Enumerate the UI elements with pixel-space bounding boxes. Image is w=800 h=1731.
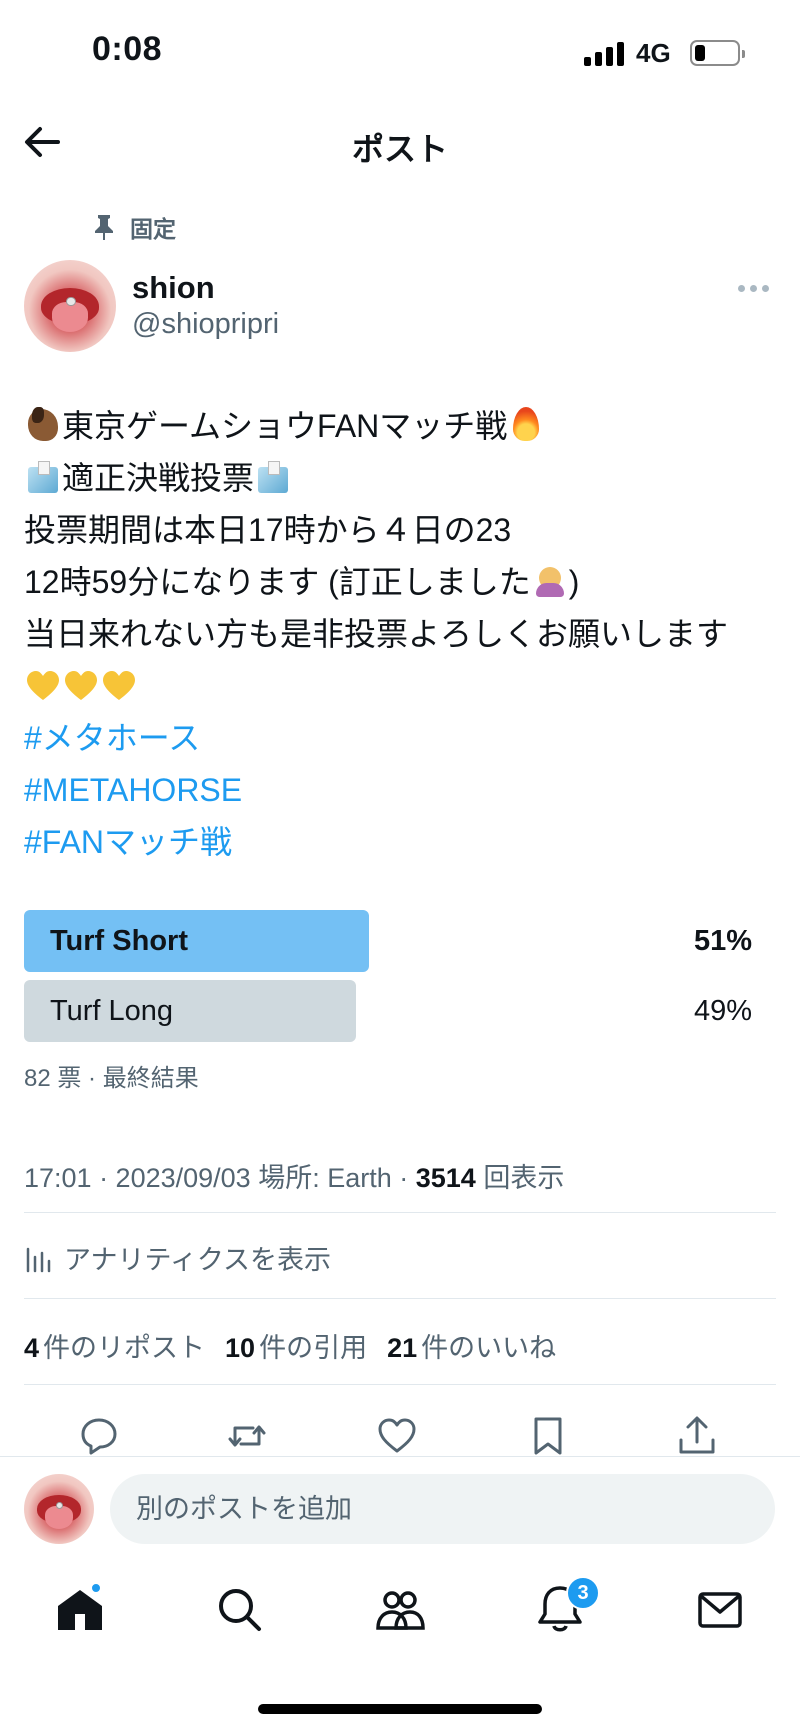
repost-button[interactable] [225, 1414, 269, 1458]
views-count: 3514 [415, 1163, 476, 1193]
notifications-badge: 3 [566, 1576, 600, 1610]
share-icon [679, 1416, 715, 1454]
post-actions [0, 1406, 800, 1462]
network-type: 4G [636, 38, 671, 68]
status-bar: 0:08 4G [0, 0, 800, 110]
tab-notifications[interactable]: 3 [530, 1576, 600, 1640]
text-line [24, 660, 784, 712]
engagement-stats: 4 件のリポスト 10 件の引用 21 件のいいね [24, 1326, 556, 1365]
post-timestamp: 17:01 · 2023/09/03 場所: Earth · 3514 回表示 [24, 1163, 565, 1193]
reposts-stat[interactable]: 4 件のリポスト [24, 1326, 205, 1365]
tab-search[interactable] [210, 1580, 270, 1640]
text-line: 適正決戦投票 [24, 452, 784, 504]
heart-icon [378, 1418, 416, 1453]
poll-meta: 82 票 · 最終結果 [24, 1065, 199, 1092]
fire-emoji-icon [507, 405, 545, 443]
poll-option-label: Turf Short [50, 925, 188, 957]
reply-button[interactable] [77, 1414, 121, 1458]
text-line: 東京ゲームショウFANマッチ戦 [24, 400, 784, 452]
divider [24, 1298, 776, 1299]
poll: Turf Short 51% Turf Long 49% [24, 910, 776, 1050]
text-line: 12時59分になります (訂正しました) [24, 556, 784, 608]
analytics-label: アナリティクスを表示 [64, 1245, 332, 1275]
divider [24, 1384, 776, 1385]
reply-avatar [24, 1474, 94, 1544]
analytics-bar-icon [26, 1247, 51, 1272]
poll-option-label: Turf Long [50, 995, 174, 1027]
battery-icon [690, 40, 745, 66]
poll-option-turf-short[interactable]: Turf Short 51% [24, 910, 776, 972]
top-nav: ポスト [0, 110, 800, 174]
pinned-indicator: 固定 [92, 212, 176, 242]
ballot-box-emoji-icon [24, 457, 62, 495]
home-unread-dot [90, 1582, 102, 1594]
home-indicator [258, 1704, 542, 1714]
tab-communities[interactable] [370, 1580, 430, 1640]
cellular-signal-icon [584, 42, 626, 66]
like-button[interactable] [375, 1414, 419, 1458]
author-handle[interactable]: @shiopripri [132, 308, 279, 341]
quotes-stat[interactable]: 10 件の引用 [225, 1326, 367, 1365]
poll-option-percent: 51% [693, 925, 752, 957]
mail-icon [698, 1592, 742, 1628]
ballot-box-emoji-icon [254, 457, 292, 495]
author-name[interactable]: shion [132, 270, 215, 306]
bookmark-icon [534, 1417, 562, 1455]
text-line: 当日来れない方も是非投票よろしくお願いします [24, 616, 729, 652]
communities-icon [376, 1591, 425, 1630]
yellow-heart-emoji-icon [62, 665, 100, 703]
status-time: 0:08 [92, 30, 163, 68]
search-icon [219, 1589, 261, 1631]
tab-home[interactable] [50, 1580, 110, 1640]
author-avatar[interactable] [24, 260, 116, 352]
reply-input[interactable] [110, 1474, 775, 1544]
page-title: ポスト [351, 131, 448, 167]
person-bowing-emoji-icon [531, 561, 569, 599]
divider [24, 1212, 776, 1213]
hashtag-link[interactable]: #FANマッチ戦 [24, 816, 784, 868]
bookmark-button[interactable] [526, 1414, 570, 1458]
yellow-heart-emoji-icon [24, 665, 62, 703]
hashtag-link[interactable]: #メタホース [24, 712, 784, 764]
bottom-tab-bar: 3 [0, 1576, 800, 1680]
view-analytics-button[interactable]: アナリティクスを表示 [24, 1238, 331, 1277]
tab-messages[interactable] [690, 1580, 750, 1640]
pin-icon [95, 215, 113, 240]
reply-icon [81, 1418, 117, 1455]
likes-stat[interactable]: 21 件のいいね [387, 1326, 556, 1365]
pinned-label: 固定 [130, 216, 176, 242]
post-text: 東京ゲームショウFANマッチ戦 適正決戦投票 投票期間は本日17時から４日の23… [24, 400, 784, 868]
more-options-button[interactable] [738, 276, 778, 300]
text-line: 投票期間は本日17時から４日の23 [24, 512, 512, 548]
share-button[interactable] [675, 1414, 719, 1458]
poll-option-percent: 49% [693, 995, 752, 1027]
hashtag-link[interactable]: #METAHORSE [24, 764, 784, 816]
repost-icon [228, 1425, 266, 1447]
horse-emoji-icon [24, 405, 62, 443]
poll-option-turf-long[interactable]: Turf Long 49% [24, 980, 776, 1042]
yellow-heart-emoji-icon [100, 665, 138, 703]
